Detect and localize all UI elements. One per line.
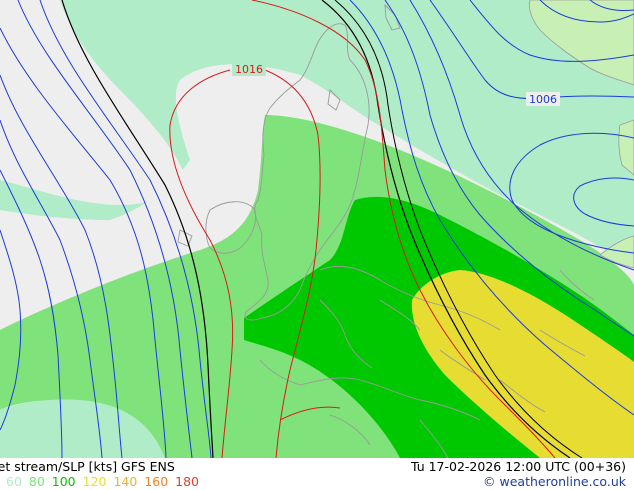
jetstream-map-page: 1016 1006 Jet stream/SLP [kts] GFS ENS T… [0,0,634,490]
valid-time: Tu 17-02-2026 12:00 UTC (00+36) [410,459,626,474]
map-footer: Jet stream/SLP [kts] GFS ENS Tu 17-02-20… [0,458,634,490]
scale-label-180: 180 [175,474,200,489]
isobar-label-1006: 1006 [529,93,557,106]
credit-link[interactable]: © weatheronline.co.uk [483,474,626,489]
scale-label-100: 100 [51,474,76,489]
scale-label-120: 120 [82,474,107,489]
scale-label-160: 160 [144,474,169,489]
product-title: Jet stream/SLP [kts] GFS ENS [0,459,175,474]
scale-label-80: 80 [28,474,45,489]
jet-speed-scale: 60 80 100 120 140 160 180 [6,474,202,489]
isobar-label-1016: 1016 [235,63,263,76]
scale-label-60: 60 [6,474,22,489]
scale-label-140: 140 [113,474,138,489]
weather-map: 1016 1006 [0,0,634,458]
